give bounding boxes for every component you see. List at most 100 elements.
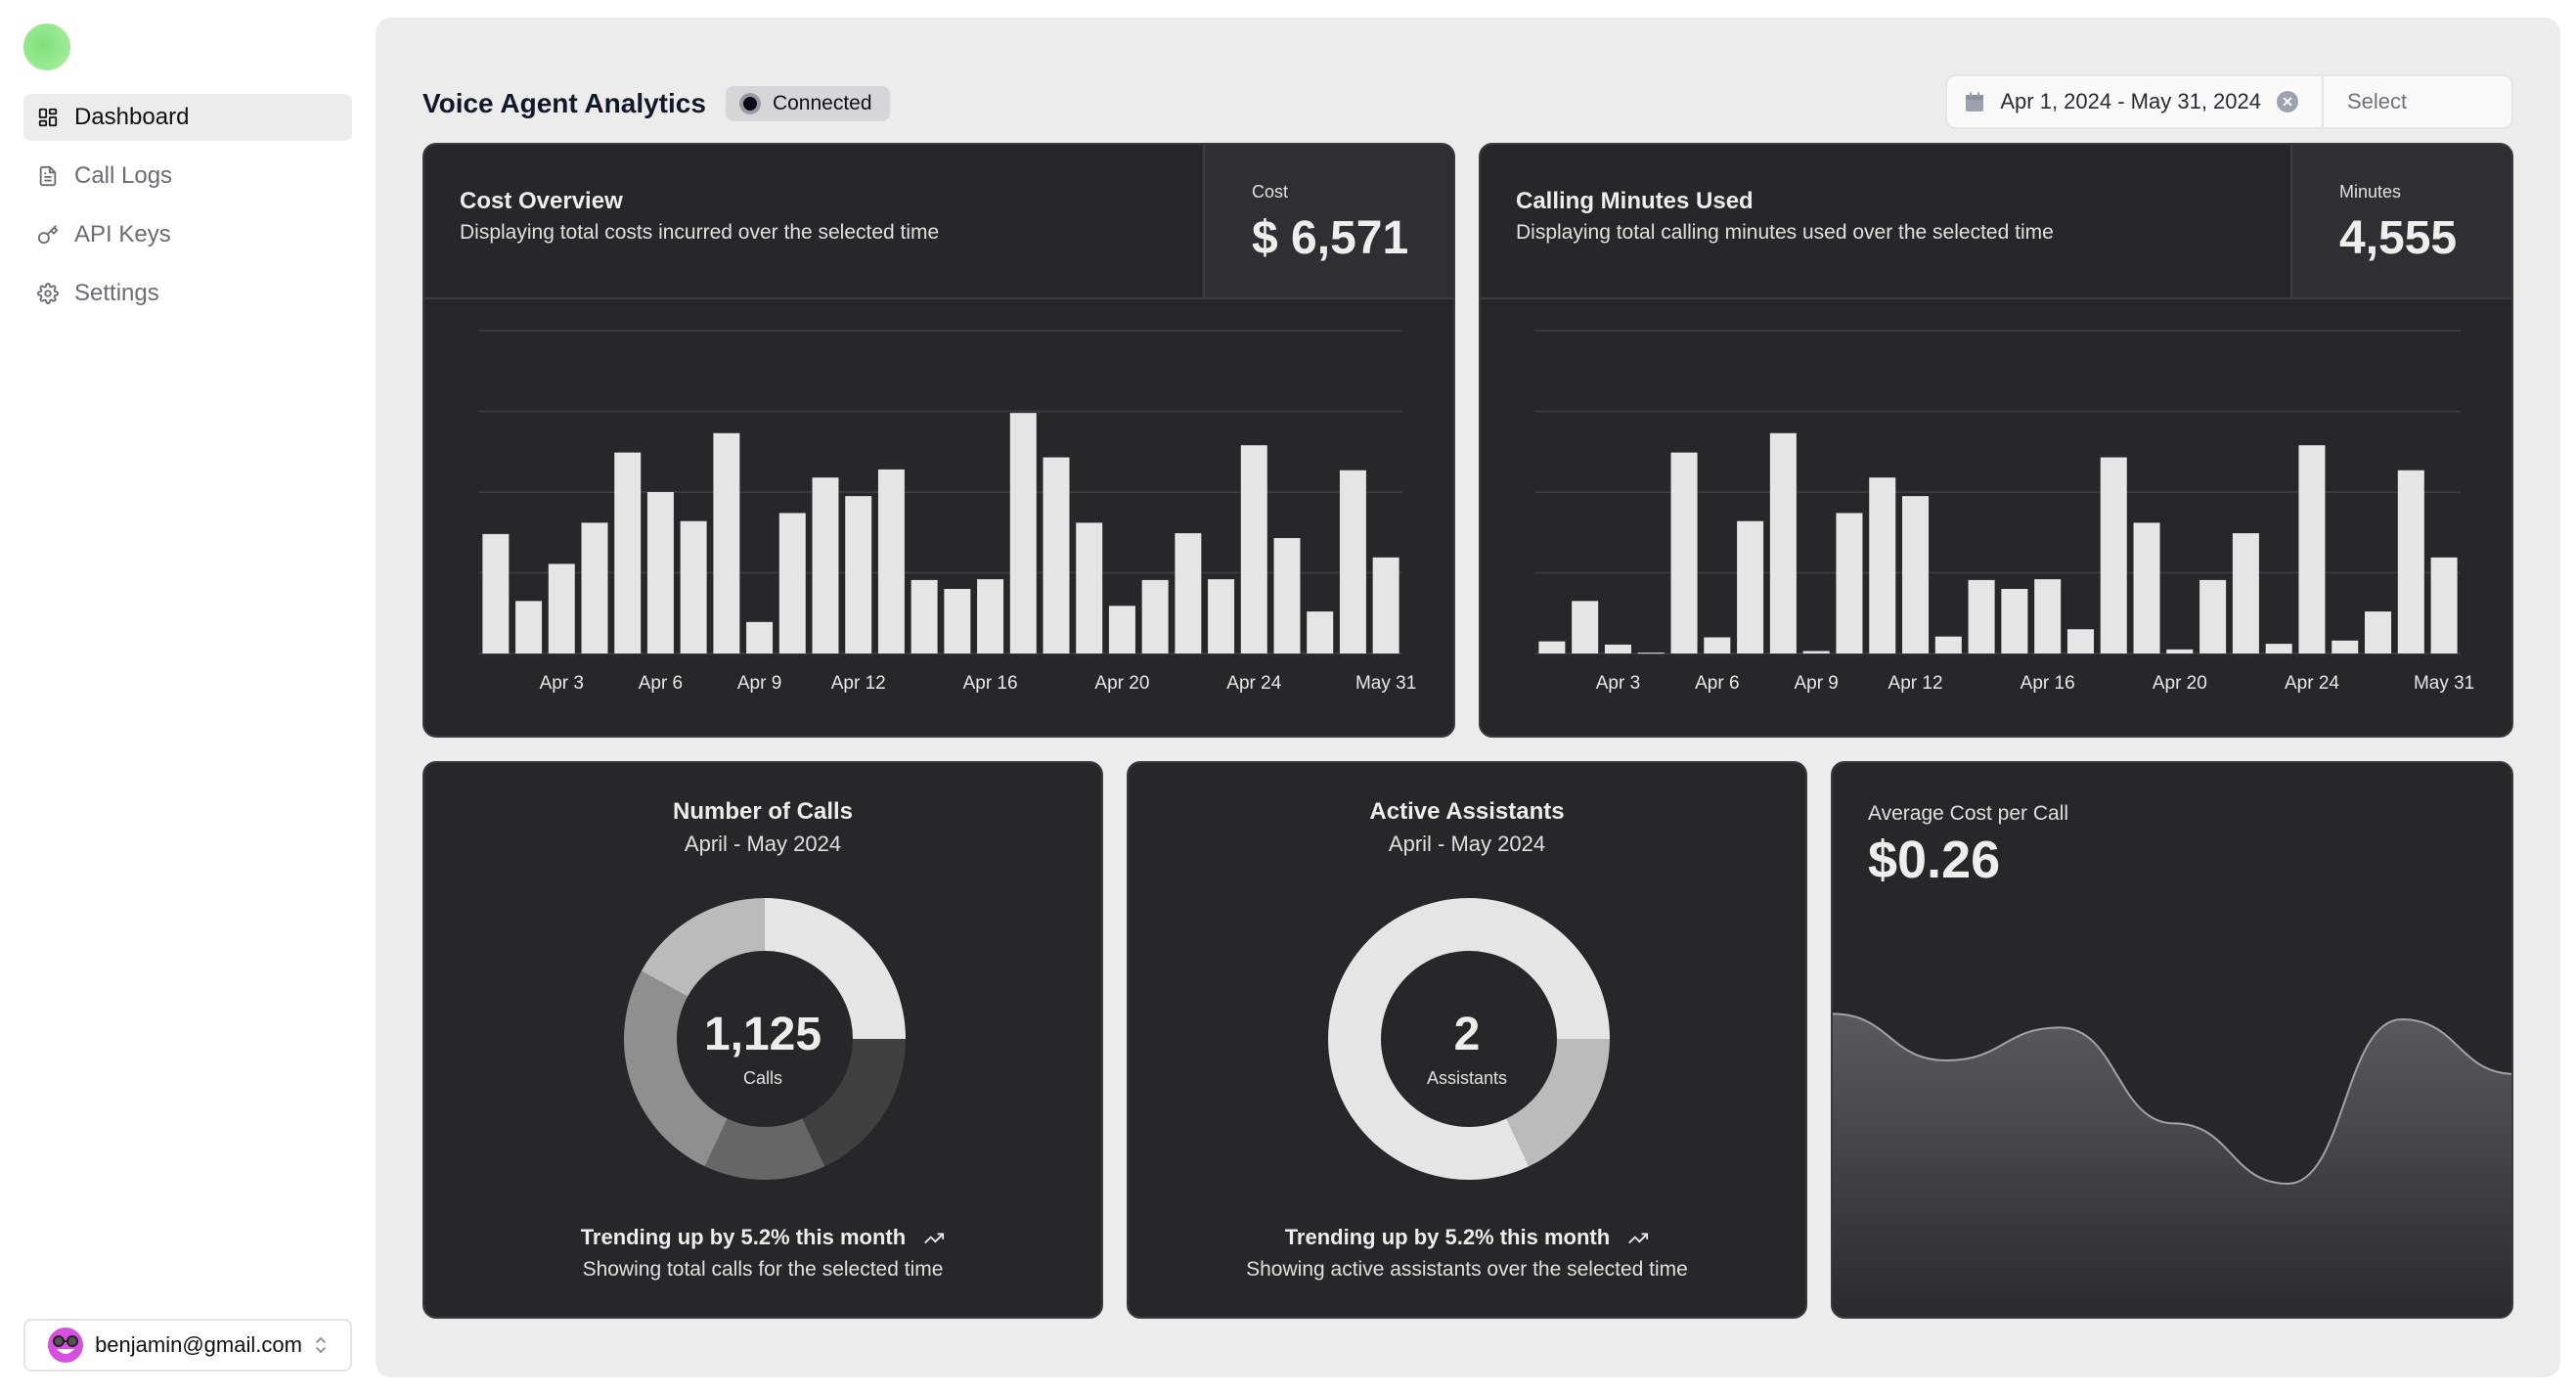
bar	[1604, 644, 1631, 653]
bar	[646, 492, 674, 653]
bar	[1141, 579, 1169, 653]
bar	[1869, 477, 1896, 653]
sidebar-item-dashboard[interactable]: Dashboard	[23, 94, 352, 141]
main-content: Voice Agent Analytics Connected Apr 1, 2…	[376, 18, 2560, 1377]
calling-minutes-card: Calling Minutes Used Displaying total ca…	[1479, 143, 2513, 738]
page-title: Voice Agent Analytics	[422, 88, 706, 118]
sidebar-item-settings[interactable]: Settings	[23, 270, 352, 317]
bar	[910, 579, 938, 653]
x-tick-label: Apr 16	[2021, 673, 2075, 694]
bar	[877, 469, 905, 653]
bar	[2332, 640, 2359, 653]
user-email: benjamin@gmail.com	[95, 1332, 302, 1357]
bar	[2298, 445, 2326, 653]
bar	[614, 452, 642, 653]
donut-center-value: 1,125	[703, 1009, 822, 1060]
x-tick-label: Apr 16	[963, 673, 1018, 694]
bar	[2365, 611, 2392, 653]
bar	[1208, 579, 1235, 653]
bar	[1175, 533, 1202, 653]
trend-label: Trending up by 5.2% this month	[580, 1225, 907, 1249]
active-assistants-card: Active Assistants April - May 2024 2 Ass…	[1127, 761, 1807, 1319]
bar	[1339, 470, 1366, 653]
sidebar-item-label: Dashboard	[74, 104, 190, 130]
bar	[1704, 637, 1731, 653]
bar	[548, 563, 575, 653]
connection-status-badge: Connected	[725, 86, 890, 121]
x-tick-label: Apr 9	[1794, 673, 1838, 694]
donut-center-label: Assistants	[1426, 1068, 1508, 1088]
bar	[482, 533, 510, 653]
bar	[515, 601, 543, 653]
card-title: Calling Minutes Used	[1516, 188, 1754, 214]
avg-cost-value: $0.26	[1868, 831, 2001, 889]
bar	[746, 621, 774, 653]
gear-icon	[37, 283, 59, 304]
minutes-stat: Minutes 4,555	[2290, 145, 2511, 297]
bar	[1637, 652, 1665, 654]
donut-center-label: Calls	[742, 1068, 782, 1088]
app-logo[interactable]	[23, 23, 70, 70]
sidebar-nav: Dashboard Call Logs API Keys Settings	[23, 94, 352, 329]
x-tick-label: Apr 12	[831, 673, 886, 694]
bar	[1240, 445, 1267, 653]
sidebar: Dashboard Call Logs API Keys Settings be…	[0, 0, 375, 1395]
key-icon	[37, 224, 59, 246]
bar	[944, 589, 971, 653]
stat-label: Minutes	[2339, 182, 2402, 202]
average-cost-card: Average Cost per Call $0.26	[1831, 761, 2513, 1319]
stat-value: $ 6,571	[1252, 212, 1409, 264]
bar	[1273, 538, 1301, 653]
bar	[581, 522, 608, 653]
bar	[2430, 557, 2458, 653]
number-of-calls-card: Number of Calls April - May 2024 1,125 C…	[422, 761, 1103, 1319]
bar	[2100, 457, 2127, 653]
bar	[2133, 522, 2160, 653]
bar	[1538, 641, 1566, 653]
cost-overview-card: Cost Overview Displaying total costs inc…	[422, 143, 1455, 738]
bar	[2034, 579, 2062, 653]
card-header: Cost Overview Displaying total costs inc…	[424, 145, 1453, 299]
card-subtitle: April - May 2024	[684, 832, 842, 856]
bar	[1934, 636, 1962, 653]
status-text: Connected	[772, 92, 872, 114]
bar	[778, 513, 806, 653]
x-tick-label: Apr 3	[1596, 673, 1640, 694]
sidebar-item-call-logs[interactable]: Call Logs	[23, 153, 352, 200]
bar	[1769, 432, 1797, 653]
card-subtitle: Displaying total costs incurred over the…	[460, 221, 940, 244]
x-tick-label: May 31	[2414, 673, 2474, 694]
donut-center-value: 2	[1453, 1009, 1481, 1060]
bar	[1968, 579, 1995, 653]
clear-date-icon[interactable]: ✕	[2277, 91, 2298, 112]
bar	[2066, 629, 2094, 653]
cost-stat: Cost $ 6,571	[1203, 145, 1453, 297]
x-tick-label: Apr 24	[2285, 673, 2339, 694]
x-tick-label: Apr 3	[540, 673, 584, 694]
sidebar-item-api-keys[interactable]: API Keys	[23, 211, 352, 258]
trending-up-icon	[1628, 1233, 1649, 1244]
bar	[1372, 557, 1399, 653]
bar	[680, 520, 707, 653]
x-tick-label: Apr 20	[2153, 673, 2207, 694]
x-tick-label: Apr 20	[1094, 673, 1149, 694]
date-range-input[interactable]: Apr 1, 2024 - May 31, 2024 ✕	[1947, 76, 2324, 127]
bar	[1307, 611, 1334, 653]
bar	[2199, 579, 2227, 653]
trend-text: Trending up by 5.2% this month	[424, 1225, 1101, 1250]
card-subtitle: April - May 2024	[1388, 832, 1546, 856]
date-range-value: Apr 1, 2024 - May 31, 2024	[2000, 89, 2261, 113]
card-header: Calling Minutes Used Displaying total ca…	[1481, 145, 2511, 299]
user-account-switcher[interactable]: benjamin@gmail.com	[23, 1319, 352, 1372]
period-select[interactable]: Select	[2324, 76, 2511, 127]
avg-cost-label: Average Cost per Call	[1868, 802, 2069, 825]
bar	[2166, 649, 2194, 653]
app-root: Dashboard Call Logs API Keys Settings be…	[0, 0, 2576, 1395]
dashboard-grid-icon	[37, 107, 59, 128]
bar	[812, 477, 839, 653]
x-tick-label: Apr 24	[1226, 673, 1281, 694]
cost-bar-chart: Apr 3 Apr 6 Apr 9 Apr 12 Apr 16 Apr 20 Apr 24 M…	[479, 330, 1416, 694]
bar	[1836, 513, 1863, 653]
x-tick-label: Apr 6	[639, 673, 683, 694]
bar	[2265, 644, 2292, 653]
